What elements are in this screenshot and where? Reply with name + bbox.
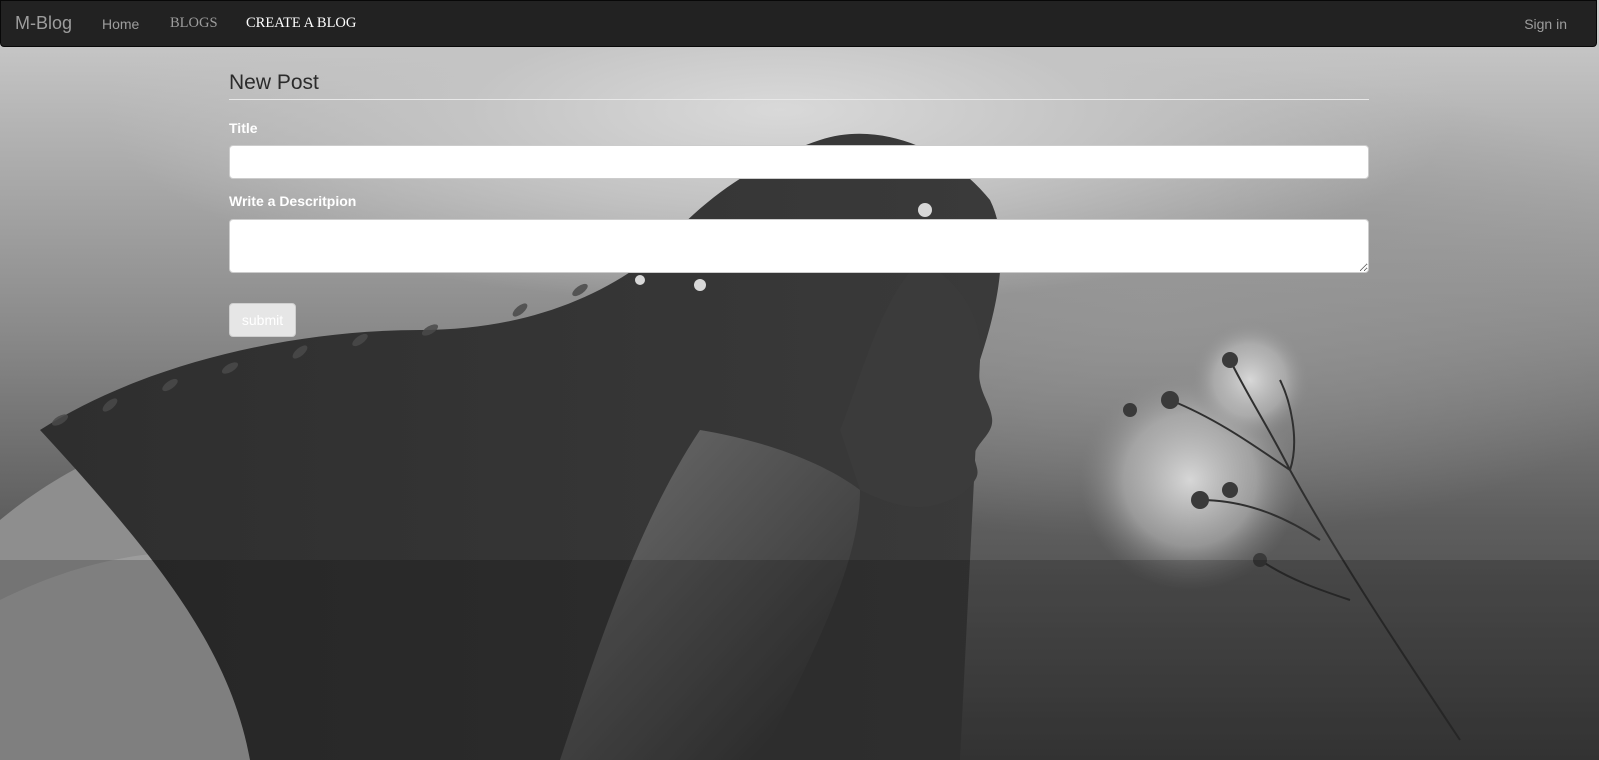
background-photo	[0, 0, 1599, 760]
nav-create-blog-link[interactable]: CREATE A BLOG	[246, 15, 356, 32]
background-silhouette-illustration	[0, 133, 1599, 760]
heading-divider	[229, 99, 1369, 100]
brand-link[interactable]: M-Blog	[15, 13, 72, 34]
submit-button[interactable]: submit	[229, 303, 296, 337]
top-navbar: M-Blog Home BLOGS CREATE A BLOG Sign in	[0, 0, 1597, 47]
page-title: New Post	[229, 71, 319, 94]
title-label: Title	[229, 120, 258, 136]
nav-blogs-link[interactable]: BLOGS	[170, 15, 218, 32]
description-label: Write a Descritpion	[229, 193, 357, 209]
title-input[interactable]	[229, 145, 1369, 179]
nav-home-link[interactable]: Home	[102, 16, 139, 32]
description-textarea[interactable]	[229, 219, 1369, 273]
sign-in-link[interactable]: Sign in	[1524, 16, 1567, 32]
